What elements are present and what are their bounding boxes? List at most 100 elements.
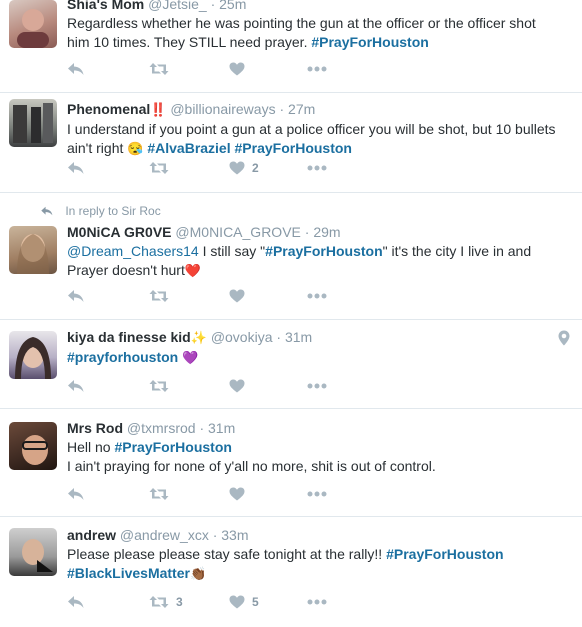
tweet-text-line: Hell no bbox=[67, 439, 115, 455]
more-button[interactable] bbox=[307, 60, 327, 78]
like-icon bbox=[229, 62, 245, 76]
tweet[interactable]: Mrs Rod @txmrsrod · 31m Hell no #PrayFor… bbox=[0, 409, 582, 517]
timestamp[interactable]: · 31m bbox=[276, 329, 312, 345]
retweet-button[interactable] bbox=[149, 485, 169, 503]
like-icon bbox=[229, 595, 245, 609]
display-name[interactable]: andrew bbox=[67, 527, 116, 543]
user-handle[interactable]: @Jetsie_ bbox=[148, 0, 207, 12]
user-handle[interactable]: @billionaireways bbox=[170, 101, 275, 117]
reply-icon bbox=[68, 488, 84, 500]
tweet[interactable]: Shia's Mom @Jetsie_ · 25m Regardless whe… bbox=[0, 0, 582, 93]
avatar-photo bbox=[17, 9, 49, 48]
like-button[interactable]: 5 bbox=[229, 593, 259, 611]
retweet-count: 3 bbox=[176, 595, 183, 609]
retweet-icon bbox=[149, 596, 169, 608]
user-handle[interactable]: @txmrsrod bbox=[127, 420, 196, 436]
retweet-button[interactable] bbox=[149, 287, 169, 305]
more-icon bbox=[307, 383, 327, 389]
tweet[interactable]: Phenomenal‼️ @billionaireways · 27m I un… bbox=[0, 93, 582, 193]
timestamp[interactable]: · 29m bbox=[305, 224, 341, 240]
like-button[interactable] bbox=[229, 485, 252, 503]
avatar[interactable] bbox=[9, 0, 57, 48]
like-count: 2 bbox=[252, 161, 259, 175]
display-name[interactable]: kiya da finesse kid bbox=[67, 329, 191, 345]
tweet-header: Shia's Mom @Jetsie_ · 25m bbox=[67, 0, 568, 14]
more-button[interactable] bbox=[307, 485, 327, 503]
more-icon bbox=[307, 491, 327, 497]
display-name[interactable]: Phenomenal bbox=[67, 101, 150, 117]
reply-button[interactable] bbox=[67, 377, 85, 395]
like-button[interactable] bbox=[229, 60, 252, 78]
hashtag[interactable]: #AlvaBraziel bbox=[147, 140, 230, 156]
avatar-photo bbox=[15, 337, 51, 379]
avatar[interactable] bbox=[9, 422, 57, 470]
retweet-icon bbox=[149, 63, 169, 75]
hashtag[interactable]: #PrayForHouston bbox=[265, 243, 382, 259]
more-button[interactable] bbox=[307, 159, 327, 177]
like-button[interactable] bbox=[229, 287, 252, 305]
tweet-text-line: him 10 times. They STILL need prayer. bbox=[67, 34, 312, 50]
more-button[interactable] bbox=[307, 377, 327, 395]
in-reply-label: In reply to Sir Roc bbox=[65, 204, 161, 218]
tweet-feed: Shia's Mom @Jetsie_ · 25m Regardless whe… bbox=[0, 0, 582, 627]
reply-button[interactable] bbox=[67, 287, 85, 305]
reply-button[interactable] bbox=[67, 159, 85, 177]
tweet-text-line: ain't right bbox=[67, 140, 128, 156]
timestamp[interactable]: · 25m bbox=[211, 0, 247, 12]
in-reply-to[interactable]: In reply to Sir Roc bbox=[40, 204, 161, 218]
retweet-button[interactable] bbox=[149, 60, 169, 78]
retweet-button[interactable] bbox=[149, 377, 169, 395]
like-button[interactable] bbox=[229, 377, 252, 395]
hashtag[interactable]: #PrayForHouston bbox=[235, 140, 352, 156]
retweet-icon bbox=[149, 488, 169, 500]
retweet-button[interactable]: 3 bbox=[149, 593, 183, 611]
avatar[interactable] bbox=[9, 226, 57, 274]
more-button[interactable] bbox=[307, 287, 327, 305]
tweet-text-line: " it's the city I live in and bbox=[382, 243, 532, 259]
avatar[interactable] bbox=[9, 528, 57, 576]
reply-button[interactable] bbox=[67, 485, 85, 503]
mention-link[interactable]: @Dream_Chasers14 bbox=[67, 243, 199, 259]
retweet-icon bbox=[149, 290, 169, 302]
display-name[interactable]: M0NiCA GR0VE bbox=[67, 224, 172, 240]
emoji: 👏🏾 bbox=[189, 566, 207, 581]
like-icon bbox=[229, 487, 245, 501]
user-handle[interactable]: @M0NICA_GROVE bbox=[175, 224, 300, 240]
hashtag[interactable]: #BlackLivesMatter bbox=[67, 565, 190, 581]
tweet-text: I understand if you point a gun at a pol… bbox=[67, 120, 568, 158]
timestamp[interactable]: · 31m bbox=[199, 420, 235, 436]
retweet-button[interactable] bbox=[149, 159, 169, 177]
tweet[interactable]: In reply to Sir Roc M0NiCA GR0VE @M0NICA… bbox=[0, 193, 582, 320]
hashtag[interactable]: #PrayForHouston bbox=[311, 34, 428, 50]
timestamp[interactable]: · 27m bbox=[279, 101, 315, 117]
display-name[interactable]: Shia's Mom bbox=[67, 0, 144, 12]
retweet-icon bbox=[149, 162, 169, 174]
more-icon bbox=[307, 599, 327, 605]
hashtag[interactable]: #PrayForHouston bbox=[114, 439, 231, 455]
like-button[interactable]: 2 bbox=[229, 159, 259, 177]
reply-icon bbox=[68, 162, 84, 174]
in-reply-arrow-icon bbox=[41, 206, 53, 216]
tweet-text-line: Please please please stay safe tonight a… bbox=[67, 546, 387, 562]
tweet[interactable]: kiya da finesse kid✨ @ovokiya · 31m #pra… bbox=[0, 320, 582, 409]
timestamp[interactable]: · 33m bbox=[213, 527, 249, 543]
avatar-photo bbox=[13, 103, 53, 143]
avatar[interactable] bbox=[9, 99, 57, 147]
tweet-text: Hell no #PrayForHouston I ain't praying … bbox=[67, 438, 568, 476]
tweet-text: Regardless whether he was pointing the g… bbox=[67, 14, 568, 52]
avatar[interactable] bbox=[9, 331, 57, 379]
reply-button[interactable] bbox=[67, 593, 85, 611]
display-name[interactable]: Mrs Rod bbox=[67, 420, 123, 436]
user-handle[interactable]: @andrew_xcx bbox=[120, 527, 209, 543]
tweet[interactable]: andrew @andrew_xcx · 33m Please please p… bbox=[0, 517, 582, 627]
more-button[interactable] bbox=[307, 593, 327, 611]
user-handle[interactable]: @ovokiya bbox=[211, 329, 273, 345]
tweet-header: kiya da finesse kid✨ @ovokiya · 31m bbox=[67, 327, 568, 348]
hashtag[interactable]: #prayforhouston bbox=[67, 349, 178, 365]
tweet-header: andrew @andrew_xcx · 33m bbox=[67, 525, 568, 545]
more-icon bbox=[307, 165, 327, 171]
tweet-text: Please please please stay safe tonight a… bbox=[67, 545, 568, 583]
like-icon bbox=[229, 161, 245, 175]
reply-button[interactable] bbox=[67, 60, 85, 78]
hashtag[interactable]: #PrayForHouston bbox=[386, 546, 503, 562]
